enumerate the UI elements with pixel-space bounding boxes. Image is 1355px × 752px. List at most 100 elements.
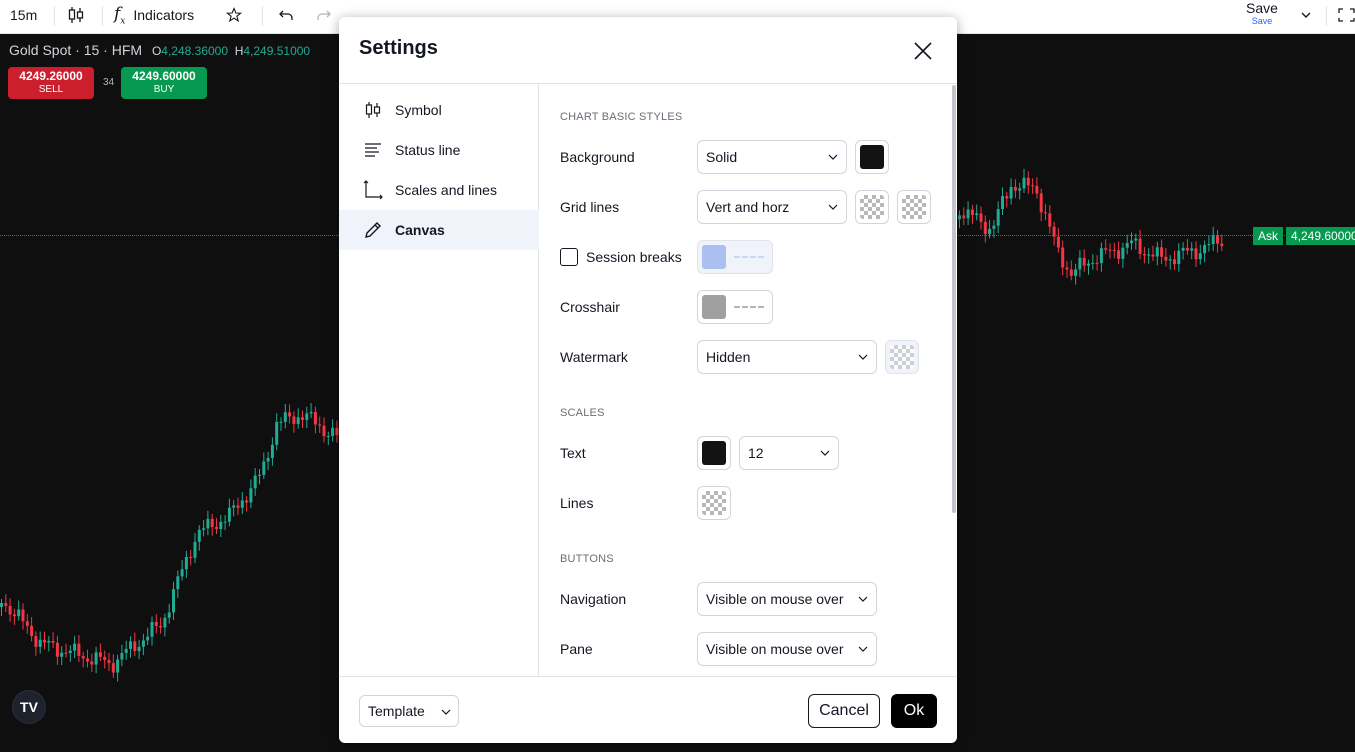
pane-select[interactable]: Visible on mouse over bbox=[697, 632, 877, 666]
candle-body bbox=[1216, 234, 1219, 244]
chart-type-button[interactable] bbox=[66, 0, 86, 30]
open-value: 4,248.36000 bbox=[161, 44, 229, 58]
tradingview-logo[interactable]: TV bbox=[12, 690, 46, 724]
vert-grid-color-button[interactable] bbox=[855, 190, 889, 224]
watermark-select[interactable]: Hidden bbox=[697, 340, 877, 374]
candle-body bbox=[1194, 248, 1198, 260]
candle-body bbox=[1056, 236, 1060, 248]
candle-body bbox=[292, 416, 296, 424]
watermark-value: Hidden bbox=[706, 349, 751, 365]
candle-body bbox=[1026, 177, 1030, 186]
buy-button[interactable]: 4249.60000 BUY bbox=[121, 67, 207, 99]
background-label: Background bbox=[560, 149, 635, 165]
candle-body bbox=[184, 557, 188, 570]
navigation-select[interactable]: Visible on mouse over bbox=[697, 582, 877, 616]
candle-body bbox=[0, 603, 3, 607]
navigation-label: Navigation bbox=[560, 591, 627, 607]
background-color-button[interactable] bbox=[855, 140, 889, 174]
candle-body bbox=[1125, 243, 1129, 248]
lines-color-button[interactable] bbox=[697, 486, 731, 520]
text-color-swatch bbox=[702, 441, 726, 465]
transparent-swatch bbox=[890, 345, 914, 369]
crosshair-style-button[interactable] bbox=[697, 290, 773, 324]
interval-button[interactable]: 15m bbox=[10, 0, 37, 30]
candle-body bbox=[141, 640, 145, 647]
undo-button[interactable] bbox=[278, 0, 294, 30]
candle-body bbox=[12, 614, 16, 617]
candle-body bbox=[988, 228, 992, 235]
candle-body bbox=[245, 500, 249, 503]
text-size-select[interactable]: 12 bbox=[739, 436, 839, 470]
chevron-down-icon bbox=[441, 709, 451, 715]
crosshair-label: Crosshair bbox=[560, 299, 620, 315]
candle-body bbox=[163, 617, 167, 628]
grid-lines-select[interactable]: Vert and horz bbox=[697, 190, 847, 224]
save-menu-button[interactable] bbox=[1300, 0, 1312, 30]
toolbar-divider bbox=[102, 6, 103, 26]
indicators-label: Indicators bbox=[133, 7, 195, 23]
candle-body bbox=[64, 652, 68, 654]
candle-body bbox=[68, 650, 72, 654]
candle-body bbox=[996, 209, 1000, 226]
text-color-button[interactable] bbox=[697, 436, 731, 470]
favorite-button[interactable] bbox=[226, 0, 242, 30]
candle-body bbox=[176, 576, 180, 590]
tab-symbol[interactable]: Symbol bbox=[339, 90, 539, 130]
candle-body bbox=[43, 639, 46, 643]
cancel-button[interactable]: Cancel bbox=[808, 694, 880, 728]
candle-body bbox=[1185, 247, 1189, 251]
candle-body bbox=[1095, 262, 1099, 264]
candle-body bbox=[1138, 238, 1142, 254]
spread-value: 34 bbox=[103, 77, 115, 88]
grid-lines-label: Grid lines bbox=[560, 199, 620, 215]
canvas-settings-panel[interactable]: CHART BASIC STYLES Background Solid Grid… bbox=[540, 84, 957, 676]
redo-button[interactable] bbox=[316, 0, 332, 30]
sell-button[interactable]: 4249.26000 SELL bbox=[8, 67, 94, 99]
candle-body bbox=[1134, 238, 1138, 241]
watermark-color-button[interactable] bbox=[885, 340, 919, 374]
session-breaks-checkbox[interactable] bbox=[560, 248, 578, 266]
indicators-button[interactable]: fx Indicators bbox=[114, 0, 194, 30]
session-breaks-style-button[interactable] bbox=[697, 240, 773, 274]
candle-body bbox=[1142, 253, 1146, 256]
content-scrollbar[interactable] bbox=[952, 85, 956, 513]
candle-body bbox=[1013, 186, 1017, 191]
candle-body bbox=[4, 603, 8, 606]
candle-body bbox=[1065, 267, 1069, 270]
candle-body bbox=[8, 605, 12, 615]
candles-icon bbox=[361, 98, 385, 122]
candle-body bbox=[51, 640, 55, 643]
candle-body bbox=[335, 427, 339, 436]
candle-body bbox=[313, 412, 317, 425]
save-button[interactable]: Save Save bbox=[1240, 1, 1284, 27]
template-button[interactable]: Template bbox=[359, 695, 459, 727]
background-color-swatch bbox=[860, 145, 884, 169]
text-label: Text bbox=[560, 445, 586, 461]
candle-body bbox=[975, 213, 979, 216]
pane-label: Pane bbox=[560, 641, 593, 657]
candle-body bbox=[1022, 177, 1026, 189]
candle-body bbox=[202, 528, 206, 530]
close-button[interactable] bbox=[907, 35, 939, 67]
candle-body bbox=[1074, 269, 1078, 276]
lines-label: Lines bbox=[560, 495, 594, 511]
transparent-swatch bbox=[902, 195, 926, 219]
fullscreen-button[interactable] bbox=[1338, 0, 1355, 30]
tab-canvas[interactable]: Canvas bbox=[339, 210, 539, 250]
tab-status-line[interactable]: Status line bbox=[339, 130, 539, 170]
candle-body bbox=[1005, 196, 1009, 199]
ok-button[interactable]: Ok bbox=[891, 694, 937, 728]
horz-grid-color-button[interactable] bbox=[897, 190, 931, 224]
candle-body bbox=[1044, 212, 1047, 214]
tab-scales-and-lines[interactable]: Scales and lines bbox=[339, 170, 539, 210]
candle-body bbox=[34, 636, 38, 647]
settings-sidebar: Symbol Status line Scales and lines Canv… bbox=[339, 84, 539, 676]
symbol-legend: Gold Spot · 15 · HFM O4,248.36000 H4,249… bbox=[9, 42, 310, 58]
candle-body bbox=[1173, 259, 1176, 265]
candle-body bbox=[1198, 253, 1202, 260]
candle-body bbox=[90, 661, 94, 665]
candle-body bbox=[1164, 256, 1168, 261]
chevron-down-icon bbox=[820, 450, 830, 456]
candle-body bbox=[962, 215, 966, 219]
background-select[interactable]: Solid bbox=[697, 140, 847, 174]
